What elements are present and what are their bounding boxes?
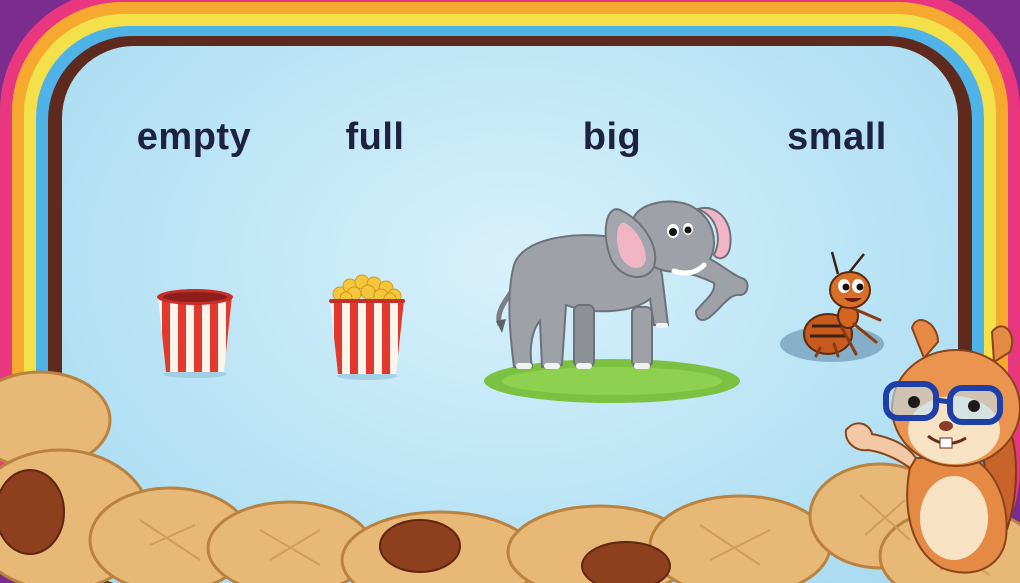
lesson-scene: empty full big small (0, 0, 1020, 583)
squirrel-mascot-icon (844, 319, 1020, 574)
